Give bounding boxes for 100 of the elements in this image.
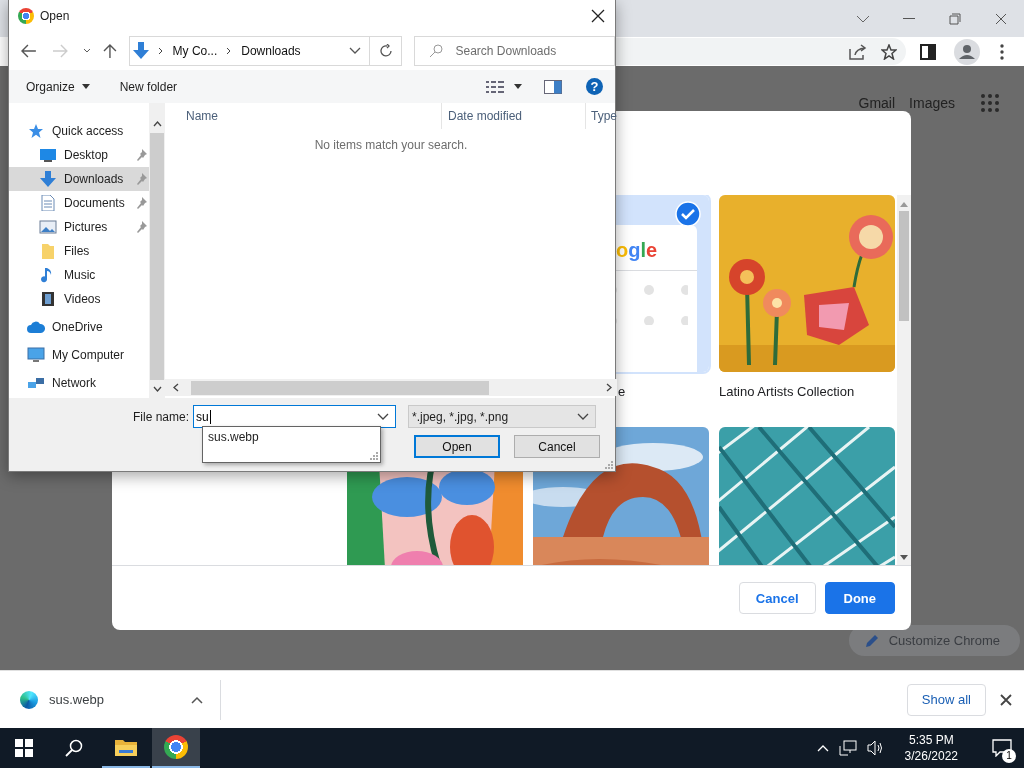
scrollbar-thumb[interactable] [191, 380, 489, 395]
tile-label: Latino Artists Collection [719, 383, 856, 399]
scroll-down-icon[interactable] [900, 555, 908, 561]
up-arrow-icon[interactable] [102, 43, 117, 59]
cancel-button[interactable]: Cancel [738, 582, 816, 614]
chevron-up-icon[interactable] [191, 695, 203, 704]
empty-message: No items match your search. [313, 137, 469, 152]
cancel-button[interactable]: Cancel [514, 435, 600, 458]
pin-icon [135, 221, 147, 233]
autocomplete-item[interactable]: sus.webp [208, 430, 259, 444]
back-arrow-icon[interactable] [21, 44, 37, 58]
menu-icon[interactable] [1000, 43, 1004, 60]
scroll-up-icon[interactable] [152, 121, 162, 127]
sidebar-item[interactable]: Music [9, 263, 149, 287]
preview-pane-icon[interactable] [544, 79, 562, 94]
close-icon[interactable] [1000, 693, 1012, 706]
notification-button[interactable]: 1 [980, 728, 1024, 768]
windows-logo-icon [15, 739, 33, 757]
address-field[interactable]: My Co... Downloads [128, 36, 369, 66]
sidebar-item[interactable]: Quick access [9, 119, 149, 143]
refresh-icon [378, 44, 393, 58]
chevron-down-icon[interactable] [377, 412, 389, 421]
breadcrumb[interactable]: Downloads [241, 44, 301, 58]
search-icon [65, 739, 83, 757]
desktop-icon [39, 147, 57, 163]
done-button[interactable]: Done [824, 582, 895, 614]
scrollbar-thumb[interactable] [150, 133, 164, 380]
pin-icon [135, 197, 147, 209]
caret-icon [81, 84, 90, 89]
share-icon[interactable] [849, 43, 867, 60]
sidebar-item[interactable]: Documents [9, 191, 149, 215]
chevron-down-icon [856, 14, 870, 23]
sidebar-item[interactable]: My Computer [9, 343, 149, 367]
minimize-icon [903, 17, 915, 20]
pin-icon [135, 149, 147, 161]
checkmark-icon [675, 201, 701, 227]
apps-grid-icon[interactable] [981, 94, 999, 112]
breadcrumb[interactable]: My Co... [172, 44, 218, 58]
search-field[interactable]: Search Downloads [414, 36, 615, 66]
close-icon[interactable] [591, 9, 605, 23]
folder-icon [39, 243, 57, 259]
download-filename[interactable]: sus.webp [49, 692, 191, 707]
network-icon[interactable] [838, 740, 857, 756]
resize-grip-icon[interactable] [605, 461, 613, 469]
scroll-left-icon[interactable] [173, 383, 179, 392]
network-icon [27, 375, 45, 391]
clock[interactable]: 5:35 PM 3/26/2022 [898, 732, 964, 764]
side-panel-icon[interactable] [920, 43, 936, 60]
file-name-field[interactable]: su [193, 405, 396, 428]
details-view-icon [486, 80, 504, 93]
star-icon[interactable] [881, 43, 897, 60]
sidebar-item[interactable]: Downloads [9, 167, 149, 191]
scroll-right-icon[interactable] [606, 383, 612, 392]
browser-logo-icon [164, 735, 188, 759]
volume-icon[interactable] [866, 740, 885, 756]
chevron-down-icon[interactable] [348, 47, 361, 55]
scroll-down-icon[interactable] [152, 386, 162, 392]
file-type-dropdown[interactable]: *.jpeg, *.jpg, *.png [408, 405, 596, 428]
scrollbar[interactable] [897, 195, 911, 565]
column-header[interactable]: Name [165, 109, 441, 123]
pictures-icon [39, 219, 57, 235]
resize-grip-icon[interactable] [370, 452, 378, 460]
star-icon [27, 123, 45, 139]
file-name-label: File name: [131, 409, 190, 424]
view-menu-button[interactable] [486, 80, 522, 93]
clock-time: 5:35 PM [908, 732, 954, 748]
tile-label: e [618, 383, 626, 399]
sidebar-item[interactable]: Files [9, 239, 149, 263]
column-header[interactable]: Date modified [441, 103, 585, 129]
browser-taskbar-button[interactable] [152, 728, 200, 768]
sidebar-item[interactable]: Pictures [9, 215, 149, 239]
show-all-button[interactable]: Show all [906, 683, 986, 716]
logo-text: ogle [616, 239, 658, 262]
video-icon [39, 291, 57, 307]
breadcrumb-chevron-icon [226, 47, 233, 55]
sidebar-item[interactable]: OneDrive [9, 315, 149, 339]
refresh-button[interactable] [368, 36, 403, 66]
scrollbar[interactable] [165, 379, 617, 396]
pin-icon [135, 173, 147, 185]
sidebar-item[interactable]: Desktop [9, 143, 149, 167]
help-button[interactable]: ? [586, 78, 603, 95]
toolbar-button[interactable]: New folder [111, 75, 186, 98]
scrollbar[interactable] [149, 103, 165, 398]
window-title: Open [40, 9, 70, 23]
scrollbar-thumb[interactable] [899, 211, 909, 321]
pencil-icon [864, 633, 879, 648]
restore-icon [949, 12, 961, 25]
folder-icon [114, 737, 138, 757]
notification-badge: 1 [1002, 749, 1016, 763]
sidebar-item[interactable]: Videos [9, 287, 149, 311]
sidebar-item[interactable]: Network [9, 371, 149, 395]
chevron-down-icon [577, 412, 589, 421]
cloud-icon [27, 319, 45, 335]
chevron-down-icon[interactable] [82, 48, 91, 54]
computer-icon [27, 347, 45, 363]
open-button[interactable]: Open [414, 435, 500, 458]
menu-button[interactable]: Organize [18, 75, 98, 98]
document-icon [39, 195, 57, 211]
clock-date: 3/26/2022 [904, 748, 958, 764]
profile-icon[interactable] [954, 38, 980, 65]
